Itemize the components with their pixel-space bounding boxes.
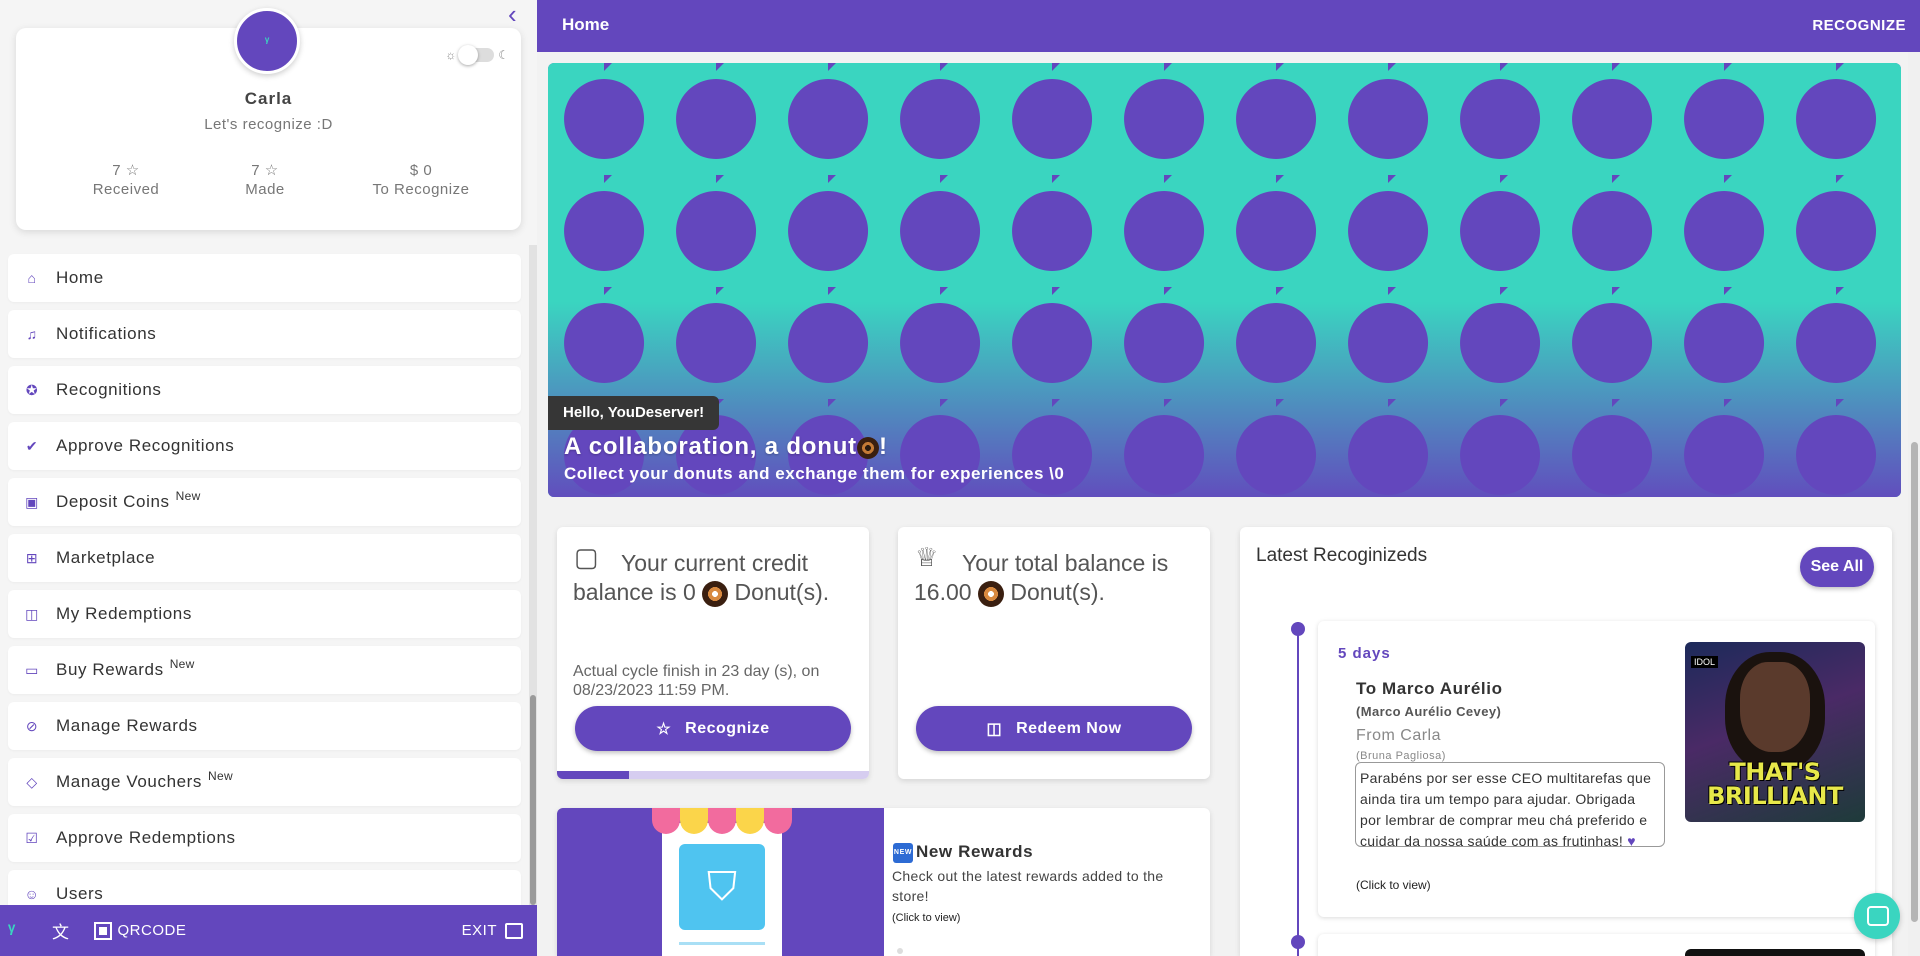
sidebar-item-marketplace[interactable]: ⊞ Marketplace <box>8 534 521 582</box>
language-icon[interactable]: 文 <box>52 918 70 943</box>
sidebar-item-notifications[interactable]: ♫ Notifications <box>8 310 521 358</box>
page-title: Home <box>562 15 610 34</box>
exit-button[interactable]: EXIT <box>462 922 523 939</box>
stat-to-recognize: $ 0 To Recognize <box>372 162 470 198</box>
sidebar-item-buy-rewards[interactable]: ▭ Buy Rewards New <box>8 646 521 694</box>
recognize-button[interactable]: ☆ Recognize <box>575 706 851 751</box>
click-to-view[interactable]: (Click to view) <box>1356 878 1431 892</box>
stat-received: 7 ☆ Received <box>92 162 160 198</box>
carousel-dot[interactable] <box>897 948 903 954</box>
redeem-now-button[interactable]: ◫ Redeem Now <box>916 706 1192 751</box>
chat-icon[interactable] <box>1854 893 1900 939</box>
sidebar-item-deposit-coins[interactable]: ▣ Deposit Coins New <box>8 478 521 526</box>
timeline-line <box>1297 622 1299 956</box>
sidebar-item-my-redemptions[interactable]: ◫ My Redemptions <box>8 590 521 638</box>
collapse-sidebar-icon[interactable]: ‹ <box>508 1 534 28</box>
banner-subtitle: Collect your donuts and exchange them fo… <box>564 464 1065 483</box>
store-illustration: ⛉ <box>557 808 884 956</box>
recognition-item[interactable]: 5 days To Marco Aurélio (Marco Aurélio C… <box>1318 621 1875 917</box>
theme-toggle[interactable]: ☼ ☾ <box>445 45 509 65</box>
gift-icon: ⊞ <box>25 550 39 566</box>
click-to-view[interactable]: (Click to view) <box>892 912 960 924</box>
new-rewards-description: Check out the latest rewards added to th… <box>892 868 1164 904</box>
new-icon: NEW <box>893 842 913 863</box>
recognize-top-button[interactable]: RECOGNIZE <box>1812 17 1906 34</box>
new-rewards-title: NEW New Rewards <box>893 842 1034 863</box>
recognition-from-fullname: (Bruna Pagliosa) <box>1356 750 1446 762</box>
check-double-icon: ✔ <box>25 438 39 454</box>
sun-icon: ☼ <box>445 48 457 62</box>
donut-icon <box>977 580 1004 607</box>
main-scrollbar[interactable] <box>1908 52 1920 956</box>
new-badge: New <box>169 657 195 671</box>
bell-icon: ♫ <box>26 326 38 342</box>
sidebar-scrollbar[interactable] <box>529 245 537 905</box>
credit-balance-text: Your current credit balance is 0 Donut(s… <box>573 550 830 607</box>
recognition-message: Parabéns por ser esse CEO multitarefas q… <box>1355 762 1665 847</box>
profile-subtitle: Let's recognize :D <box>204 116 333 133</box>
sidebar-item-recognitions[interactable]: ✪ Recognitions <box>8 366 521 414</box>
qrcode-icon <box>93 921 112 940</box>
stat-made: 7 ☆ Made <box>245 162 285 198</box>
donut-icon <box>702 580 729 607</box>
see-all-button[interactable]: See All <box>1800 547 1874 587</box>
heart-icon: ♥ <box>1627 833 1636 847</box>
moon-icon: ☾ <box>498 48 509 62</box>
sidebar-nav: ⌂ Home ♫ Notifications ✪ Recognitions ✔ Appr… <box>8 254 521 926</box>
latest-title: Latest Recoginizeds <box>1256 545 1428 566</box>
recognition-to: To Marco Aurélio <box>1356 679 1503 698</box>
recognition-item[interactable] <box>1318 934 1875 956</box>
timeline-dot <box>1291 935 1305 949</box>
profile-name: Carla <box>244 89 293 108</box>
recognition-gif: IDOL THAT'S BRILLIANT <box>1685 642 1865 822</box>
shopping-bag-icon: ◫ <box>986 720 1003 738</box>
money-icon: ▣ <box>25 494 39 510</box>
logo-icon: ᵞ <box>8 919 16 942</box>
shopping-bag-icon: ◫ <box>25 606 39 622</box>
latest-recognized-card: Latest Recoginizeds See All 5 days To Ma… <box>1240 527 1892 956</box>
banner-title: A collaboration, a donut! <box>564 433 888 460</box>
sidebar-item-manage-vouchers[interactable]: ◇ Manage Vouchers New <box>8 758 521 806</box>
logout-icon <box>505 922 523 939</box>
recognition-age: 5 days <box>1338 645 1391 662</box>
donut-icon <box>856 436 879 459</box>
wallet-icon: ▭ <box>25 662 39 678</box>
avatar[interactable]: ᵞ <box>234 8 300 74</box>
sidebar-item-home[interactable]: ⌂ Home <box>8 254 521 302</box>
ticket-icon: ◇ <box>26 774 38 790</box>
theme-toggle-switch[interactable] <box>458 45 495 65</box>
cycle-progress-bar <box>557 771 869 779</box>
profile-card: ᵞ ☼ ☾ Carla Let's recognize :D 7 ☆ Recei… <box>16 8 521 230</box>
cycle-info: Actual cycle finish in 23 day (s), on 08… <box>573 663 820 699</box>
total-balance-card: ♕ Your total balance is 16.00 Donut(s). … <box>898 527 1210 779</box>
hero-banner: Hello, YouDeserver! A collaboration, a d… <box>548 63 1901 497</box>
sidebar: ‹ ᵞ ☼ ☾ Carla Let's recognize :D 7 ☆ Rec… <box>0 0 537 956</box>
timeline-dot <box>1291 622 1305 636</box>
award-icon: ✪ <box>25 382 39 398</box>
qrcode-button[interactable]: QRCODE <box>93 921 187 940</box>
sidebar-bottom-bar: ᵞ 文 QRCODE EXIT <box>0 905 537 956</box>
home-icon: ⌂ <box>27 270 37 286</box>
recognition-from: From Carla <box>1356 727 1442 744</box>
cycle-progress-fill <box>557 771 629 779</box>
banner-pattern <box>548 63 1901 497</box>
recognition-to-fullname: (Marco Aurélio Cevey) <box>1356 704 1502 719</box>
new-rewards-card[interactable]: ⛉ NEW New Rewards Check out the latest re… <box>557 808 1210 956</box>
bag-check-icon: ☑ <box>25 830 39 846</box>
basket-icon: ⛉ <box>679 844 765 930</box>
tag-icon: ⊘ <box>25 718 39 734</box>
top-bar: Home RECOGNIZE <box>537 0 1920 52</box>
star-icon: ☆ <box>656 720 672 738</box>
sidebar-item-approve-redemptions[interactable]: ☑ Approve Redemptions <box>8 814 521 862</box>
users-icon: ☺ <box>24 886 40 902</box>
credit-balance-card: ▢ Your current credit balance is 0 Donut… <box>557 527 869 779</box>
hello-tag: Hello, YouDeserver! <box>548 396 720 430</box>
new-badge: New <box>208 769 233 783</box>
sidebar-item-manage-rewards[interactable]: ⊘ Manage Rewards <box>8 702 521 750</box>
sidebar-item-approve-recognitions[interactable]: ✔ Approve Recognitions <box>8 422 521 470</box>
total-balance-text: Your total balance is 16.00 Donut(s). <box>914 550 1169 607</box>
new-badge: New <box>175 489 201 503</box>
